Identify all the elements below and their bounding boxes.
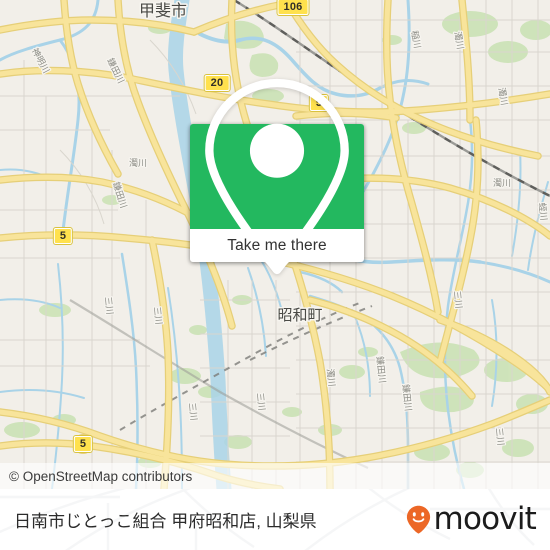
map-river-label: 蛭川: [537, 202, 550, 221]
map-river-label: 濁川: [129, 158, 147, 168]
map-place-label: 甲斐市: [139, 2, 187, 20]
moovit-logo[interactable]: moovit: [406, 501, 537, 537]
card-cta-area[interactable]: Take me there: [190, 229, 364, 274]
map-river-label: 三川: [494, 427, 506, 446]
map-pin-icon: [205, 78, 349, 275]
take-me-there-card[interactable]: Take me there: [190, 78, 364, 275]
road-shield: 5: [73, 436, 93, 452]
map-river-label: 三川: [152, 306, 164, 325]
map-river-label: 三川: [103, 296, 115, 315]
road-shield: 5: [53, 228, 73, 244]
map-river-label: 濁川: [493, 178, 511, 188]
map-river-label: 三川: [452, 290, 464, 309]
place-title: 日南市じとっこ組合 甲府昭和店, 山梨県: [14, 512, 317, 531]
card-pointer-tail: [264, 261, 290, 274]
moovit-smiley-pin-icon: [406, 505, 430, 534]
footer-bar: 日南市じとっこ組合 甲府昭和店, 山梨県 moovit: [0, 489, 550, 550]
card-pin-area: [190, 78, 364, 275]
moovit-wordmark: moovit: [433, 501, 537, 537]
take-me-there-label: Take me there: [227, 236, 327, 254]
map-attribution: © OpenStreetMap contributors: [0, 463, 550, 489]
map-canvas[interactable]: 甲斐市 昭和町 神明川 鎌田川 濁川 鎌田川 三川 三川 三川 三川 稲川 濁川 濁川 濁川 三川 濁川 鎌田川…: [0, 0, 550, 489]
attribution-text: © OpenStreetMap contributors: [9, 468, 193, 484]
moovit-map-page: 甲斐市 昭和町 神明川 鎌田川 濁川 鎌田川 三川 三川 三川 三川 稲川 濁川 濁川 濁川 三川 濁川 鎌田川…: [0, 0, 550, 550]
